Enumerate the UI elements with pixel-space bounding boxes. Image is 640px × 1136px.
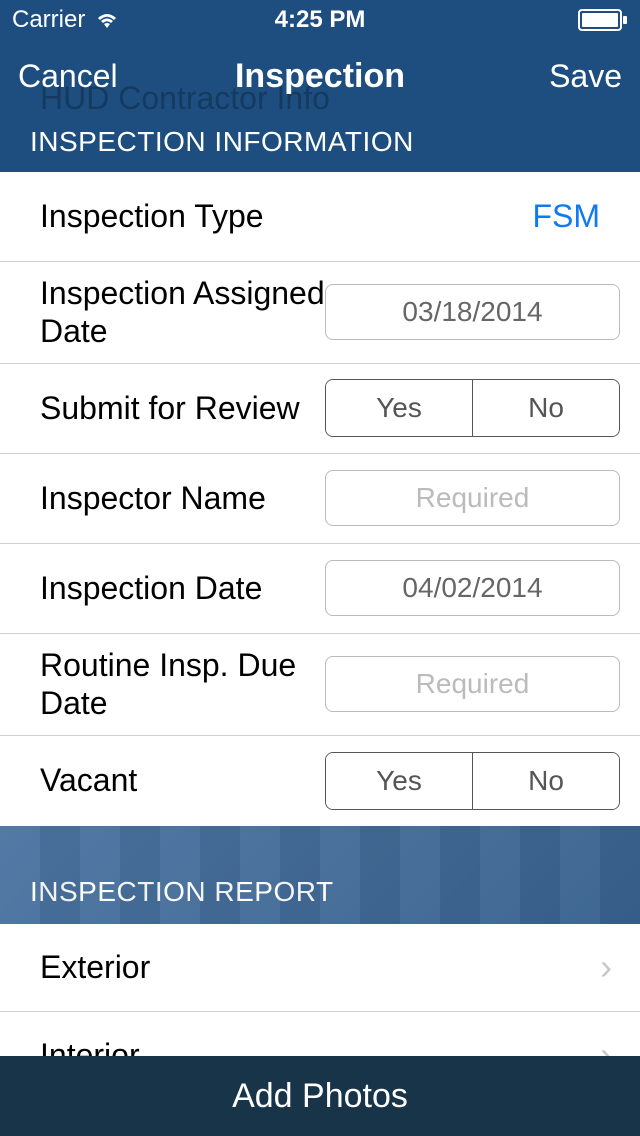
- segmented-vacant: Yes No: [325, 752, 620, 810]
- wifi-icon: [93, 10, 121, 30]
- row-vacant: Vacant Yes No: [0, 736, 640, 826]
- label-inspection-type: Inspection Type: [40, 197, 532, 235]
- submit-review-yes[interactable]: Yes: [326, 380, 473, 436]
- carrier-label: Carrier: [12, 6, 85, 34]
- vacant-no[interactable]: No: [473, 753, 619, 809]
- row-inspector-name: Inspector Name: [0, 454, 640, 544]
- label-inspection-date: Inspection Date: [40, 569, 325, 607]
- row-submit-review: Submit for Review Yes No: [0, 364, 640, 454]
- row-inspection-date: Inspection Date: [0, 544, 640, 634]
- add-photos-button[interactable]: Add Photos: [0, 1056, 640, 1136]
- cancel-button[interactable]: Cancel: [18, 58, 118, 95]
- save-button[interactable]: Save: [549, 58, 622, 95]
- chevron-right-icon: ›: [600, 946, 612, 988]
- section-header-inspection-report: INSPECTION REPORT: [0, 826, 640, 924]
- segmented-submit-review: Yes No: [325, 379, 620, 437]
- section-header-inspection-info: INSPECTION INFORMATION: [0, 112, 640, 172]
- input-inspector-name[interactable]: [325, 470, 620, 526]
- status-bar: Carrier 4:25 PM: [0, 0, 640, 40]
- battery-icon: [578, 9, 628, 31]
- section-header-report-label: INSPECTION REPORT: [30, 876, 334, 907]
- label-routine-due: Routine Insp. Due Date: [40, 646, 325, 723]
- input-inspection-date[interactable]: [325, 560, 620, 616]
- list-label-exterior: Exterior: [40, 949, 150, 986]
- submit-review-no[interactable]: No: [473, 380, 619, 436]
- row-assigned-date: Inspection Assigned Date: [0, 262, 640, 364]
- list-item-exterior[interactable]: Exterior ›: [0, 924, 640, 1012]
- row-routine-due: Routine Insp. Due Date: [0, 634, 640, 736]
- status-time: 4:25 PM: [275, 6, 366, 34]
- label-assigned-date: Inspection Assigned Date: [40, 274, 325, 351]
- input-assigned-date[interactable]: [325, 284, 620, 340]
- label-inspector-name: Inspector Name: [40, 479, 325, 517]
- page-title: Inspection: [235, 57, 405, 96]
- input-routine-due[interactable]: [325, 656, 620, 712]
- label-submit-review: Submit for Review: [40, 389, 325, 427]
- value-inspection-type[interactable]: FSM: [532, 198, 620, 235]
- label-vacant: Vacant: [40, 761, 325, 799]
- row-inspection-type: Inspection Type FSM: [0, 172, 640, 262]
- nav-bar: HUD Contractor Info Cancel Inspection Sa…: [0, 40, 640, 112]
- vacant-yes[interactable]: Yes: [326, 753, 473, 809]
